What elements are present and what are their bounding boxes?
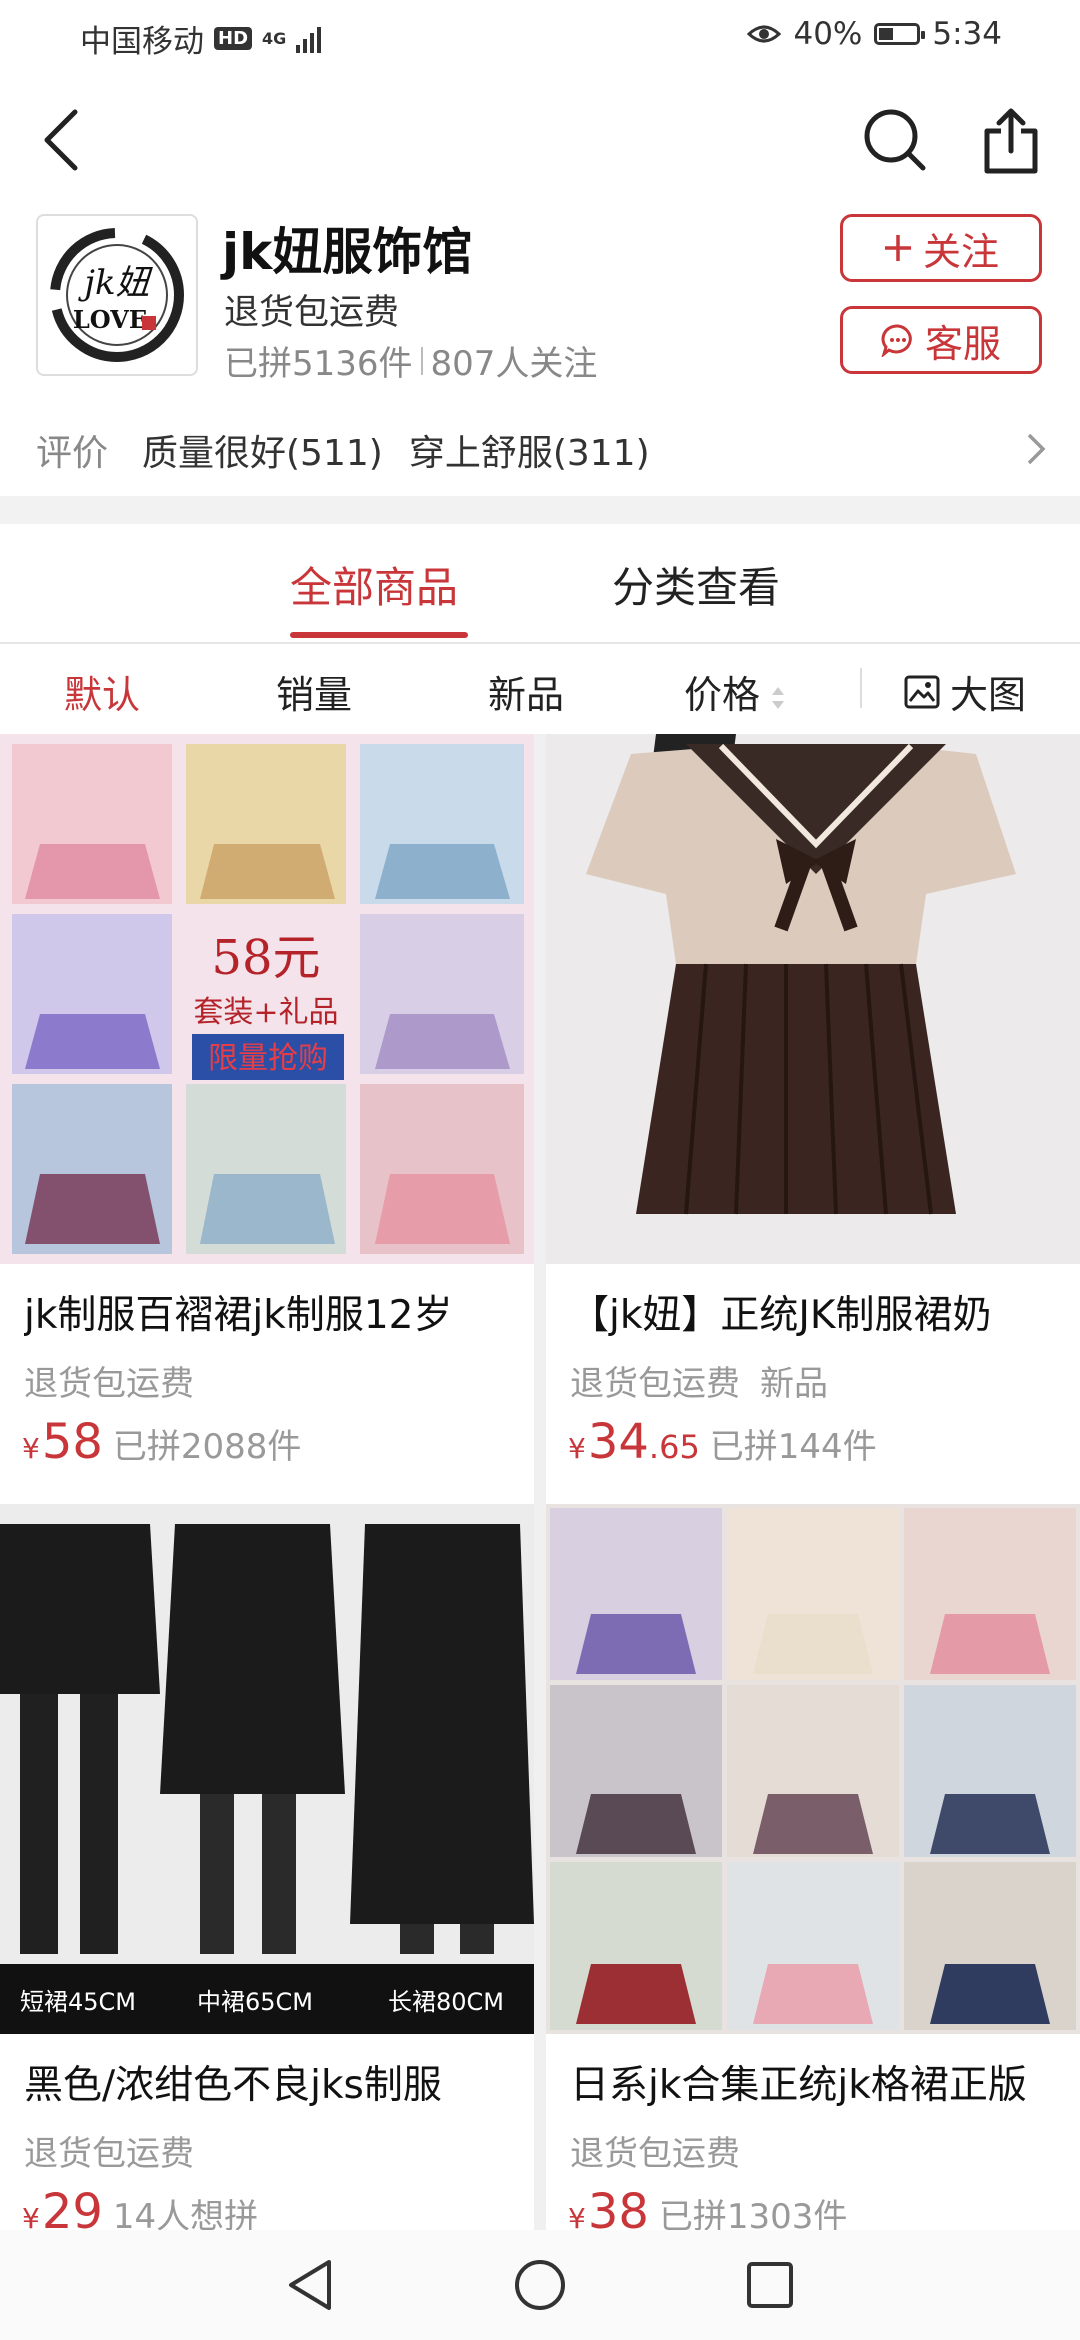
tab-category-view[interactable]: 分类查看 — [612, 554, 780, 615]
sort-new[interactable]: 新品 — [488, 664, 564, 719]
active-tab-indicator — [290, 632, 468, 638]
product-price: ¥ 34 .65 已拼144件 — [568, 1414, 877, 1470]
product-tag: 退货包运费 — [570, 1364, 740, 1404]
search-button[interactable] — [850, 90, 940, 190]
price-decimal: .65 — [648, 1428, 700, 1466]
eye-icon — [747, 25, 782, 43]
stats-divider — [420, 346, 423, 375]
shop-logo[interactable]: jk妞 LOVE — [36, 214, 198, 376]
system-recents-button[interactable] — [740, 2255, 800, 2315]
system-navigation-bar — [0, 2230, 1080, 2340]
sort-divider — [860, 668, 862, 708]
plus-icon — [884, 235, 911, 261]
product-image — [546, 734, 1080, 1264]
image-label-mid: 中裙65CM — [197, 1988, 313, 2016]
product-image — [546, 1504, 1080, 2034]
system-back-button[interactable] — [280, 2255, 340, 2315]
hd-badge: HD — [214, 27, 253, 50]
sort-sales[interactable]: 销量 — [276, 664, 352, 719]
product-tag: 新品 — [760, 1364, 828, 1404]
product-image: 58元 套装+礼品 限量抢购 — [0, 734, 534, 1264]
product-tags: 退货包运费 新品 — [570, 1356, 828, 1405]
currency-symbol: ¥ — [568, 1432, 586, 1465]
rating-tag: 质量很好(511) — [142, 433, 383, 474]
product-title: 日系jk合集正统jk格裙正版 — [570, 2063, 1027, 2108]
customer-service-label: 客服 — [924, 321, 1001, 366]
image-label-short: 短裙45CM — [20, 1988, 136, 2016]
status-bar: 中国移动 HD 4G 40% 5:34 — [0, 0, 1080, 70]
follow-button[interactable]: 关注 — [840, 214, 1042, 282]
currency-symbol: ¥ — [22, 1432, 40, 1465]
price-integer: 34 — [587, 1414, 649, 1470]
tab-bar: 全部商品 分类查看 — [0, 524, 1080, 644]
product-grid: 58元 套装+礼品 限量抢购 jk制服百褶裙jk制服12岁 退货包运费 ¥ 58… — [0, 734, 1080, 2274]
product-tags: 退货包运费 — [24, 1356, 194, 1405]
back-arrow-icon — [44, 109, 78, 171]
shop-name: jk妞服饰馆 — [222, 223, 473, 281]
logo-text-top: jk妞 — [77, 263, 153, 303]
sold-count: 已拼2088件 — [112, 1427, 302, 1467]
rating-label: 评价 — [36, 433, 109, 474]
image-caption-sub: 套装+礼品 — [193, 995, 338, 1030]
product-card[interactable]: 日系jk合集正统jk格裙正版 退货包运费 ¥ 38 已拼1303件 — [546, 1504, 1080, 2274]
follow-button-label: 关注 — [922, 229, 999, 274]
tab-all-products[interactable]: 全部商品 — [290, 554, 458, 615]
share-button[interactable] — [966, 90, 1056, 190]
back-button[interactable] — [16, 90, 106, 190]
sort-bar: 默认 销量 新品 价格 大图 — [0, 644, 1080, 734]
product-tag: 退货包运费 — [24, 1364, 194, 1404]
carrier-name: 中国移动 — [80, 24, 204, 60]
chat-bubble-icon — [881, 324, 912, 357]
shop-header: jk妞 LOVE jk妞服饰馆 退货包运费 已拼5136件 807人关注 关注 … — [0, 210, 1080, 490]
product-tag: 退货包运费 — [570, 2134, 740, 2174]
rating-tag: 穿上舒服(311) — [408, 433, 650, 474]
clock: 5:34 — [932, 16, 1002, 52]
shop-sold-count: 已拼5136件 — [224, 344, 413, 384]
product-image: 短裙45CM 中裙65CM 长裙80CM — [0, 1504, 534, 2034]
product-price: ¥ 58 已拼2088件 — [22, 1414, 301, 1470]
product-tags: 退货包运费 — [570, 2126, 740, 2175]
battery-fill — [879, 28, 894, 40]
sort-arrows-icon — [772, 686, 785, 709]
image-caption-badge: 限量抢购 — [208, 1041, 328, 1076]
customer-service-button[interactable]: 客服 — [840, 306, 1042, 374]
sort-price-label: 价格 — [684, 673, 761, 717]
product-tags: 退货包运费 — [24, 2126, 194, 2175]
triangle-back-icon — [289, 2260, 331, 2310]
image-icon — [904, 675, 940, 708]
circle-home-icon — [515, 2260, 565, 2310]
square-recents-icon — [747, 2262, 793, 2308]
image-caption-price: 58元 — [211, 930, 320, 986]
sort-price[interactable]: 价格 — [684, 664, 786, 719]
chevron-right-icon — [1027, 433, 1046, 465]
product-title: 【jk妞】正统JK制服裙奶 — [570, 1293, 992, 1338]
system-home-button[interactable] — [510, 2255, 570, 2315]
sort-default[interactable]: 默认 — [64, 664, 140, 719]
shop-logo-image: jk妞 LOVE — [50, 228, 184, 362]
logo-text-bottom: LOVE — [73, 305, 147, 334]
shop-tag: 退货包运费 — [224, 293, 400, 333]
shop-follower-count: 807人关注 — [430, 344, 598, 384]
rating-row[interactable]: 评价 质量很好(511) 穿上舒服(311) — [36, 420, 1046, 480]
price-integer: 58 — [41, 1414, 103, 1470]
battery-percent: 40% — [793, 16, 863, 52]
product-title: 黑色/浓绀色不良jks制服 — [24, 2063, 442, 2108]
section-divider — [0, 496, 1080, 524]
product-card[interactable]: 短裙45CM 中裙65CM 长裙80CM 黑色/浓绀色不良jks制服 退货包运费… — [0, 1504, 534, 2274]
product-tag: 退货包运费 — [24, 2134, 194, 2174]
battery-icon — [874, 23, 926, 45]
top-nav-bar — [0, 90, 1080, 190]
image-label-long: 长裙80CM — [388, 1988, 504, 2016]
sold-count: 已拼144件 — [709, 1427, 877, 1467]
share-icon — [984, 108, 1038, 174]
signal-icon — [296, 25, 322, 53]
product-card[interactable]: 【jk妞】正统JK制服裙奶 退货包运费 新品 ¥ 34 .65 已拼144件 — [546, 734, 1080, 1504]
search-icon — [864, 109, 926, 171]
shop-stats: 已拼5136件 807人关注 — [224, 336, 597, 385]
product-card[interactable]: 58元 套装+礼品 限量抢购 jk制服百褶裙jk制服12岁 退货包运费 ¥ 58… — [0, 734, 534, 1504]
big-image-label: 大图 — [950, 673, 1027, 717]
product-title: jk制服百褶裙jk制服12岁 — [24, 1293, 453, 1338]
network-type: 4G — [262, 28, 287, 48]
big-image-toggle[interactable]: 大图 — [904, 664, 1026, 719]
